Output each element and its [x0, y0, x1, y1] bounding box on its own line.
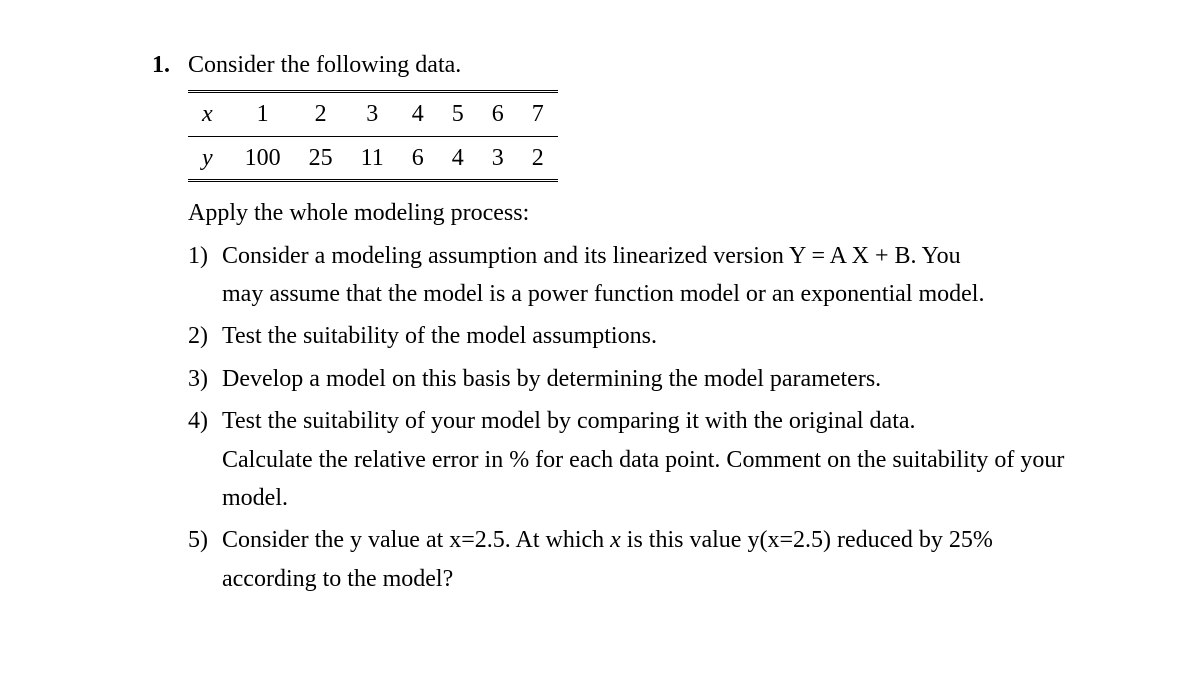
data-table-wrap: x 1 2 3 4 5 6 7 y 100 25 11 6	[188, 90, 1120, 182]
y-cell: 4	[438, 136, 478, 180]
step-number: 5)	[188, 521, 222, 598]
y-label: y	[188, 136, 231, 180]
instruction-text: Apply the whole modeling process:	[188, 194, 1120, 232]
step-body: Consider a modeling assumption and its l…	[222, 237, 1120, 314]
step-text: is this value y(x=2.5) reduced by 25%	[621, 527, 993, 553]
step-body: Test the suitability of the model assump…	[222, 317, 1120, 355]
step-text: Consider a modeling assumption and its l…	[222, 243, 961, 269]
step-text: Consider the y value at x=2.5. At which	[222, 527, 610, 553]
x-label: x	[188, 92, 231, 136]
step-1: 1) Consider a modeling assumption and it…	[188, 237, 1120, 314]
y-cell: 2	[518, 136, 558, 180]
y-cell: 100	[231, 136, 295, 180]
step-body: Consider the y value at x=2.5. At which …	[222, 521, 1120, 598]
table-row-y: y 100 25 11 6 4 3 2	[188, 136, 558, 180]
step-number: 3)	[188, 360, 222, 398]
y-cell: 25	[295, 136, 347, 180]
step-body: Develop a model on this basis by determi…	[222, 360, 1120, 398]
x-cell: 2	[295, 92, 347, 136]
step-text: Develop a model on this basis by determi…	[222, 366, 881, 392]
x-cell: 5	[438, 92, 478, 136]
step-number: 2)	[188, 317, 222, 355]
intro-text: Consider the following data.	[188, 46, 1120, 84]
data-table: x 1 2 3 4 5 6 7 y 100 25 11 6	[188, 90, 558, 182]
step-text-italic: x	[610, 527, 621, 553]
x-cell: 4	[398, 92, 438, 136]
table-row-x: x 1 2 3 4 5 6 7	[188, 92, 558, 136]
step-number: 1)	[188, 237, 222, 314]
page: 1. Consider the following data. x 1 2 3 …	[0, 0, 1200, 681]
y-cell: 11	[347, 136, 398, 180]
x-cell: 1	[231, 92, 295, 136]
step-text: according to the model?	[222, 566, 453, 592]
step-text: Calculate the relative error in % for ea…	[222, 447, 1064, 511]
step-3: 3) Develop a model on this basis by dete…	[188, 360, 1120, 398]
step-5: 5) Consider the y value at x=2.5. At whi…	[188, 521, 1120, 598]
x-cell: 3	[347, 92, 398, 136]
x-cell: 6	[478, 92, 518, 136]
step-body: Test the suitability of your model by co…	[222, 402, 1120, 517]
y-cell: 3	[478, 136, 518, 180]
step-text: Test the suitability of the model assump…	[222, 323, 657, 349]
step-number: 4)	[188, 402, 222, 517]
problem-number: 1.	[100, 46, 188, 84]
step-text: Test the suitability of your model by co…	[222, 408, 916, 434]
step-text: may assume that the model is a power fun…	[222, 281, 984, 307]
step-4: 4) Test the suitability of your model by…	[188, 402, 1120, 517]
y-cell: 6	[398, 136, 438, 180]
problem-row: 1. Consider the following data. x 1 2 3 …	[100, 46, 1120, 602]
step-2: 2) Test the suitability of the model ass…	[188, 317, 1120, 355]
x-cell: 7	[518, 92, 558, 136]
problem-content: Consider the following data. x 1 2 3 4 5…	[188, 46, 1120, 602]
